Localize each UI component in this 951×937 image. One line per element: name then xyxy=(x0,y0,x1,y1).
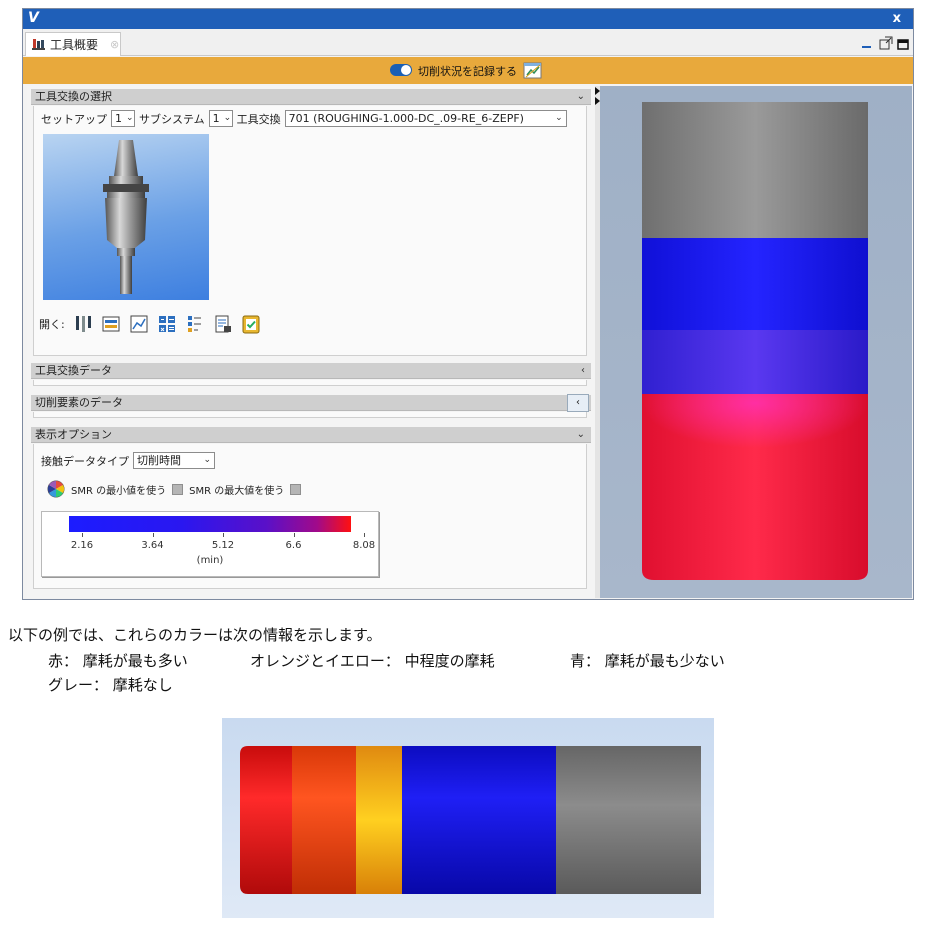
tool-summary-panel: 工具交換の選択 ⌄ セットアップ 1 ⌄ サブシステム 1 ⌄ 工具交換 701… xyxy=(27,86,595,598)
report-icon[interactable] xyxy=(213,314,233,334)
chevron-down-icon: ⌄ xyxy=(223,113,232,123)
explanation-blue: 青： 摩耗が最も少ない xyxy=(570,652,725,670)
explanation-gray: グレー： 摩耗なし xyxy=(48,676,173,694)
tool-preview-image xyxy=(43,134,209,300)
section-header-display-options[interactable]: 表示オプション ⌄ xyxy=(31,427,591,443)
wear-example-image xyxy=(222,718,714,918)
maximize-icon[interactable] xyxy=(897,35,909,50)
subsystem-value: 1 xyxy=(212,112,220,125)
calculator-icon[interactable] xyxy=(157,314,177,334)
view-controls xyxy=(861,35,909,50)
3d-viewport[interactable] xyxy=(600,86,912,598)
contact-type-select[interactable]: 切削時間 ⌄ xyxy=(133,452,215,469)
setup-value: 1 xyxy=(115,112,122,125)
example-band-orange xyxy=(292,746,356,894)
section-header-tool-change-select[interactable]: 工具交換の選択 ⌄ xyxy=(31,89,591,105)
section-header-tool-change-data[interactable]: 工具交換データ ‹ xyxy=(31,363,591,379)
smr-min-label: SMR の最小値を使う xyxy=(71,485,167,497)
expand-icon[interactable]: ‹ xyxy=(581,363,585,379)
collapse-icon[interactable]: ⌄ xyxy=(577,89,585,105)
graph-icon[interactable] xyxy=(129,314,149,334)
explanation-orange-yellow: オレンジとイエロー： 中程度の摩耗 xyxy=(250,652,495,670)
chevron-down-icon: ⌄ xyxy=(126,113,134,123)
color-scale-bar xyxy=(69,516,351,532)
section-title: 表示オプション xyxy=(35,428,112,441)
collapse-icon[interactable]: ⌄ xyxy=(577,427,585,443)
setup-select[interactable]: 1 ⌄ xyxy=(111,110,135,127)
record-snapshot-icon[interactable] xyxy=(523,61,543,80)
contact-type-value: 切削時間 xyxy=(137,454,181,467)
contact-type-row: 接触データタイプ 切削時間 ⌄ xyxy=(41,452,215,469)
color-wheel-icon[interactable] xyxy=(47,480,65,498)
chevron-down-icon: ⌄ xyxy=(203,455,211,465)
tool-summary-icon xyxy=(32,38,45,51)
minimize-icon[interactable] xyxy=(861,35,873,48)
list-settings-icon[interactable] xyxy=(185,314,205,334)
color-scale-tick-label: 5.12 xyxy=(211,540,235,551)
contact-type-label: 接触データタイプ xyxy=(41,454,129,468)
selector-row: セットアップ 1 ⌄ サブシステム 1 ⌄ 工具交換 701 (ROUGHING… xyxy=(41,110,567,127)
section-title: 工具交換の選択 xyxy=(35,90,112,103)
smr-row: SMR の最小値を使う SMR の最大値を使う xyxy=(47,480,302,498)
section-title: 工具交換データ xyxy=(35,364,112,377)
example-band-blue xyxy=(402,746,556,894)
open-label: 開く: xyxy=(39,318,65,331)
example-band-red xyxy=(240,746,292,894)
tab-label: 工具概要 xyxy=(50,38,99,52)
tool-wear-cylinder xyxy=(642,102,868,580)
tool-change-select[interactable]: 701 (ROUGHING-1.000-DC_.09-RE_6-ZEPF) ⌄ xyxy=(284,110,567,127)
tab-tool-summary[interactable]: 工具概要 ⊗ xyxy=(25,32,121,56)
record-cutting-bar: 切削状況を記録する xyxy=(23,57,913,84)
checklist-icon[interactable] xyxy=(241,314,261,334)
explanation-red: 赤： 摩耗が最も多い xyxy=(48,652,188,670)
color-scale-tick xyxy=(82,533,83,537)
expand-icon[interactable]: ‹ xyxy=(567,394,589,412)
band-blue xyxy=(642,238,868,330)
color-scale-unit: (min) xyxy=(196,555,224,566)
subsystem-select[interactable]: 1 ⌄ xyxy=(208,110,233,127)
smr-max-checkbox[interactable] xyxy=(290,483,302,495)
title-bar: V x xyxy=(23,9,913,29)
section-title: 切削要素のデータ xyxy=(35,396,123,409)
application-window: V x 工具概要 ⊗ 切削状況を記録する 工具交換の選択 ⌄ セットアップ 1 … xyxy=(22,8,914,600)
setup-label: セットアップ xyxy=(41,112,107,126)
section-body-tool-change-data xyxy=(33,380,587,386)
tab-close-icon[interactable]: ⊗ xyxy=(110,38,119,51)
color-scale-tick-label: 2.16 xyxy=(70,540,94,551)
app-logo: V xyxy=(28,10,39,26)
close-window-button[interactable]: x xyxy=(893,10,901,28)
explanation-intro: 以下の例では、これらのカラーは次の情報を示します。 xyxy=(8,626,382,644)
color-scale-tick xyxy=(223,533,224,537)
record-toggle[interactable] xyxy=(390,64,412,76)
smr-min-checkbox[interactable] xyxy=(172,483,184,495)
color-scale-tick-label: 8.08 xyxy=(352,540,376,551)
tool-change-label: 工具交換 xyxy=(236,112,281,126)
open-tools-row: 開く: xyxy=(39,314,261,334)
record-label: 切削状況を記録する xyxy=(418,65,517,78)
color-scale-tick xyxy=(364,533,365,537)
layers-icon[interactable] xyxy=(101,314,121,334)
color-scale-tick xyxy=(293,533,295,537)
tool-holder-icon[interactable] xyxy=(73,314,93,334)
subsystem-label: サブシステム xyxy=(139,112,205,126)
band-blend xyxy=(642,394,868,484)
smr-max-label: SMR の最大値を使う xyxy=(189,485,285,497)
example-band-gray xyxy=(556,746,701,894)
band-gray xyxy=(642,102,868,238)
tool-change-value: 701 (ROUGHING-1.000-DC_.09-RE_6-ZEPF) xyxy=(288,112,524,125)
chevron-down-icon: ⌄ xyxy=(555,113,563,123)
color-scale-legend: 2.16 3.64 5.12 6.6 8.08 (min) xyxy=(41,511,379,577)
color-scale-tick-label: 3.64 xyxy=(141,540,164,551)
tab-strip: 工具概要 ⊗ xyxy=(23,29,913,56)
section-body-cutting-element-data xyxy=(33,412,587,418)
color-scale-tick-label: 6.6 xyxy=(285,540,302,551)
detach-icon[interactable] xyxy=(879,35,893,50)
section-header-cutting-element-data[interactable]: 切削要素のデータ ‹ xyxy=(31,394,591,412)
color-scale-tick xyxy=(152,533,154,537)
example-band-yellow xyxy=(356,746,402,894)
band-blue-violet xyxy=(642,330,868,394)
